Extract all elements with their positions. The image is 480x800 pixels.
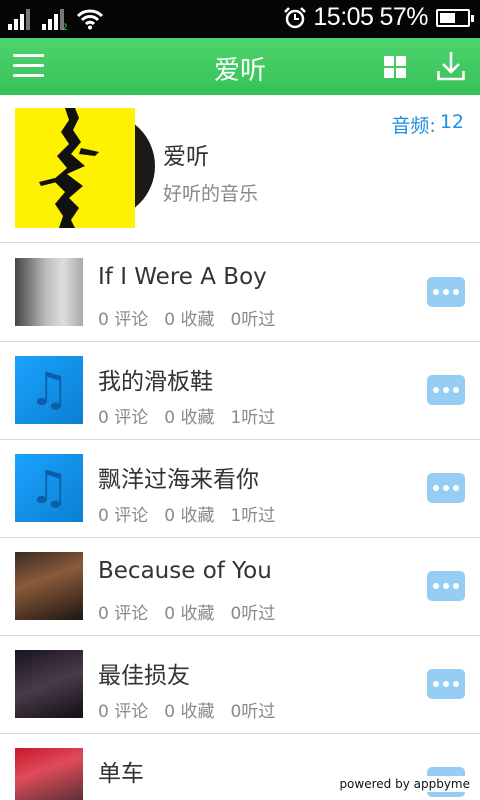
sim2-label: 2 [62,23,68,33]
track-row[interactable]: ♫ 我的滑板鞋 0 评论 0 收藏 1听过 [0,342,480,440]
comment-count: 0 评论 [98,795,148,800]
audio-count-value: 12 [439,111,464,133]
comment-count: 0 评论 [98,310,149,330]
favorite-count: 0 收藏 [164,506,215,526]
track-stats: 0 评论 0 收藏 0听过 [98,697,275,722]
track-title: 最佳损友 [98,663,190,689]
more-options-button[interactable] [427,375,465,405]
track-stats: 0 评论 0 收藏 1听过 [98,403,275,428]
status-left: 2 [8,8,104,33]
comment-count: 0 评论 [98,702,149,722]
battery-icon [436,8,474,27]
track-row[interactable]: ♫ 飘洋过海来看你 0 评论 0 收藏 1听过 [0,440,480,538]
play-count: 0听过 [230,604,276,624]
app-header: 爱听 [0,38,480,95]
track-row[interactable]: 最佳损友 0 评论 0 收藏 0听过 [0,636,480,734]
album-cover[interactable] [15,108,135,228]
track-title: 飘洋过海来看你 [98,467,259,493]
audio-count: 音频: 12 [391,111,464,138]
music-note-icon: ♫ [28,362,70,416]
more-options-button[interactable] [427,669,465,699]
powered-by: powered by appbyme [337,776,472,792]
track-row[interactable]: Because of You 0 评论 0 收藏 0听过 [0,538,480,636]
album-name: 爱听 [163,144,209,170]
play-count: 1听过 [230,408,276,428]
download-icon[interactable] [437,51,465,81]
battery-level [440,12,455,23]
more-options-button[interactable] [427,473,465,503]
status-bar: 2 15:05 57% [0,0,480,38]
wifi-icon [76,9,104,30]
track-thumbnail [15,748,83,800]
track-title: 单车 [98,761,144,787]
comment-count: 0 评论 [98,408,149,428]
favorite-count: 0 收藏 [164,604,215,624]
track-title: If I Were A Boy [98,264,267,290]
favorite-count: 0 收藏 [164,702,215,722]
signal-icon-sim2: 2 [42,8,68,33]
alarm-icon [284,6,307,28]
comment-count: 0 评论 [98,604,149,624]
track-list: If I Were A Boy 0 评论 0 收藏 0听过 ♫ 我的滑板鞋 0 … [0,244,480,800]
page-title: 爱听 [213,56,266,86]
play-count: 0听过 [230,702,276,722]
track-title: 我的滑板鞋 [98,369,213,395]
track-title: Because of You [98,558,272,584]
play-count: 0听过 [230,310,276,330]
favorite-count: 0 收藏 [164,408,215,428]
track-stats: 0 评论 0 收藏 0听过 [98,795,275,800]
more-options-button[interactable] [427,277,465,307]
album-header: 爱听 好听的音乐 音频: 12 [0,95,480,243]
album-cover-art [39,108,99,228]
favorite-count: 0 收藏 [164,795,214,800]
music-note-icon: ♫ [28,460,70,514]
track-thumbnail [15,650,83,718]
play-count: 0听过 [230,795,275,800]
track-row[interactable]: If I Were A Boy 0 评论 0 收藏 0听过 [0,244,480,342]
play-count: 1听过 [230,506,276,526]
more-options-button[interactable] [427,571,465,601]
audio-count-label: 音频: [391,115,436,137]
comment-count: 0 评论 [98,506,149,526]
status-time: 15:05 [313,3,374,31]
track-stats: 0 评论 0 收藏 0听过 [98,599,275,624]
favorite-count: 0 收藏 [164,310,215,330]
track-thumbnail [15,258,83,326]
track-thumbnail [15,552,83,620]
battery-percent: 57% [379,3,428,31]
signal-icon [8,8,34,30]
track-stats: 0 评论 0 收藏 0听过 [98,305,275,330]
track-thumbnail: ♫ [15,454,83,522]
grid-icon[interactable] [384,56,406,78]
album-description: 好听的音乐 [163,183,259,205]
track-thumbnail: ♫ [15,356,83,424]
track-stats: 0 评论 0 收藏 1听过 [98,501,275,526]
status-right: 15:05 57% [283,3,474,32]
